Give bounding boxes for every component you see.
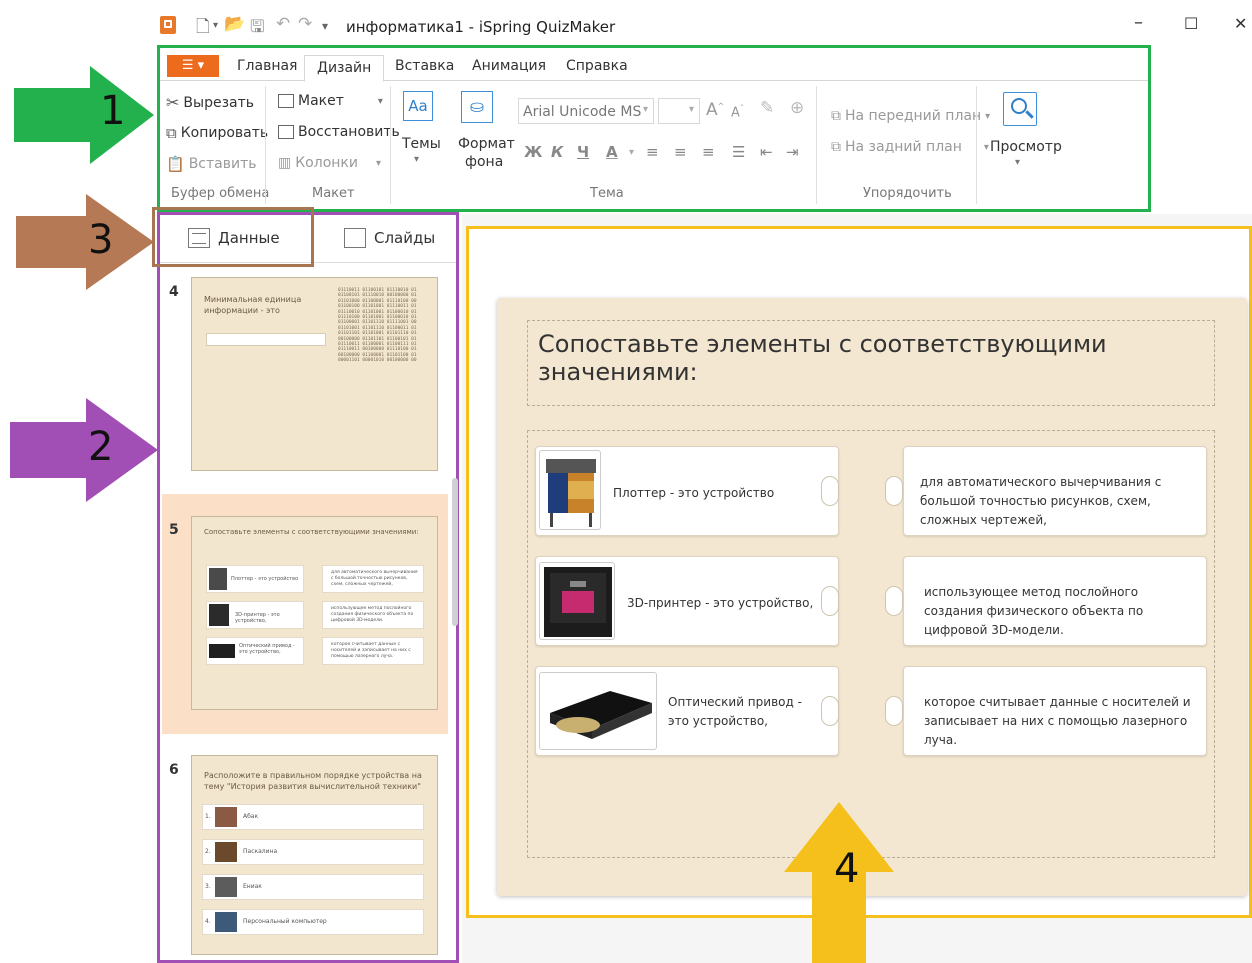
plotter-image <box>539 450 601 530</box>
slide-number: 6 <box>169 762 179 778</box>
redo-icon[interactable]: ↷ <box>298 14 312 34</box>
app-icon <box>160 16 176 34</box>
annotation-arrow-1 <box>14 66 154 164</box>
annotation-label-2: 2 <box>88 424 114 470</box>
thumb-row: для автоматического вычерчивания с больш… <box>322 565 424 593</box>
thumb-row: использующее метод послойного создания ф… <box>322 601 424 629</box>
thumb-title: Расположите в правильном порядке устройс… <box>204 771 422 791</box>
thumb-row: 3. Eниак <box>202 874 424 900</box>
response-text: которое считывает данные с носителей и з… <box>924 695 1191 747</box>
response-text: использующее метод послойного создания ф… <box>924 585 1144 637</box>
premise-text: 3D-принтер - это устройство, <box>627 596 814 610</box>
response-text: для автоматического вычерчивания с больш… <box>920 475 1162 527</box>
3d-printer-image <box>539 562 615 640</box>
ribbon-highlight-frame <box>157 45 1151 212</box>
maximize-button[interactable]: ☐ <box>1184 14 1198 33</box>
slide-number: 5 <box>169 522 179 538</box>
undo-icon[interactable]: ↶ <box>276 14 290 34</box>
premise-text: Оптический привод - это устройство, <box>668 695 802 728</box>
thumb-title: Минимальная единица информации - это <box>204 295 302 315</box>
optical-drive-image <box>539 672 657 750</box>
thumb-binary-text: 01110011 01100101 01110010 01 01100101 0… <box>338 288 417 364</box>
thumb-row: 2. Паскалина <box>202 839 424 865</box>
thumb-row: Оптический привод - это устройство, <box>206 637 304 665</box>
close-button[interactable]: ✕ <box>1234 14 1247 33</box>
tab-slides[interactable]: Слайды <box>344 228 435 248</box>
panel-scrollbar[interactable] <box>452 478 458 626</box>
new-file-icon[interactable]: 🗋 <box>196 14 210 43</box>
annotation-arrow-3 <box>16 194 154 290</box>
puzzle-connector <box>885 476 903 506</box>
slide-number: 4 <box>169 284 179 300</box>
annotation-arrow-2 <box>10 398 158 502</box>
puzzle-connector <box>885 696 903 726</box>
window-title: информатика1 - iSpring QuizMaker <box>346 18 616 36</box>
data-tab-highlight-frame <box>152 207 314 267</box>
thumb-row: 4. Персональный компьютер <box>202 909 424 935</box>
annotation-label-1: 1 <box>100 88 126 134</box>
puzzle-connector <box>821 586 839 616</box>
slides-icon <box>344 228 366 248</box>
thumb-row: 3D-принтер - это устройство, <box>206 601 304 629</box>
thumb-title: Сопоставьте элементы с соответствующими … <box>204 528 419 536</box>
puzzle-connector <box>821 476 839 506</box>
save-icon[interactable]: 🖫 <box>250 14 264 43</box>
open-folder-icon[interactable]: 📂 <box>224 14 245 34</box>
customize-toolbar-icon[interactable]: ▾ <box>322 19 328 33</box>
thumb-input <box>206 333 326 346</box>
slide-thumbnail-6[interactable]: Расположите в правильном порядке устройс… <box>191 755 438 955</box>
puzzle-connector <box>821 696 839 726</box>
minimize-button[interactable]: – <box>1134 12 1143 33</box>
premise-text: Плоттер - это устройство <box>613 486 775 500</box>
question-text[interactable]: Сопоставьте элементы с соответствующими … <box>538 330 1252 386</box>
slide-thumbnail-5[interactable]: Сопоставьте элементы с соответствующими … <box>191 516 438 710</box>
annotation-label-3: 3 <box>88 217 114 263</box>
thumb-row: 1. Абак <box>202 804 424 830</box>
slide-thumbnail-4[interactable]: Минимальная единица информации - это 011… <box>191 277 438 471</box>
new-file-dropdown-icon[interactable]: ▾ <box>213 20 218 31</box>
thumb-row: Плоттер - это устройство <box>206 565 304 593</box>
annotation-label-4: 4 <box>834 846 860 892</box>
thumb-row: которое считывает данные с носителей и з… <box>322 637 424 665</box>
puzzle-connector <box>885 586 903 616</box>
